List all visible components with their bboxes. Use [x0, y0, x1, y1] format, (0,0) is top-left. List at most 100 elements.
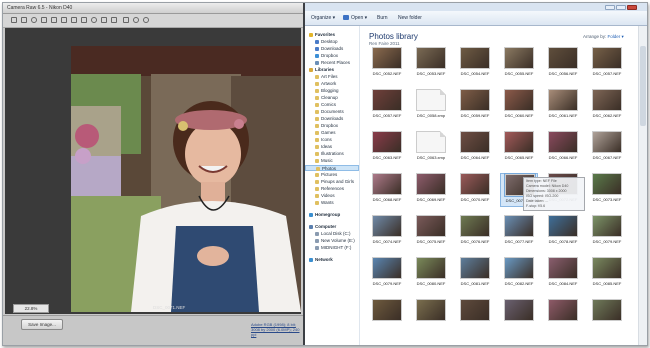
nav-item-comics[interactable]: Comics — [305, 102, 359, 108]
nav-item-libraries[interactable]: Libraries — [305, 67, 359, 73]
hand-tool-icon[interactable] — [21, 17, 27, 23]
nav-item-local-disk-c[interactable]: Local Disk (C:) — [305, 231, 359, 237]
burn-button[interactable]: Burn — [377, 15, 388, 21]
file-thumbnail[interactable]: DSC_0073.NEF — [588, 173, 626, 207]
crop-tool-icon[interactable] — [61, 17, 67, 23]
file-thumbnail[interactable]: DSC_0064.NEF — [456, 131, 494, 165]
nav-item-wants[interactable]: Wants — [305, 200, 359, 206]
rotate-cw-icon[interactable] — [143, 17, 149, 23]
open-button[interactable]: Open ▾ — [351, 15, 367, 21]
nav-item-downloads[interactable]: Downloads — [305, 116, 359, 122]
straighten-tool-icon[interactable] — [71, 17, 77, 23]
file-thumbnail[interactable]: DSC_0079.NEF — [368, 257, 406, 291]
nav-item-computer[interactable]: Computer — [305, 224, 359, 230]
nav-item-pictures[interactable]: Pictures — [305, 172, 359, 178]
file-thumbnail[interactable]: DSC_0066.NEF — [544, 131, 582, 165]
file-thumbnail[interactable]: DSC_0077.NEF — [500, 215, 538, 249]
preferences-icon[interactable] — [123, 17, 129, 23]
nav-item-artwork[interactable]: Artwork — [305, 81, 359, 87]
nav-item-downloads[interactable]: Downloads — [305, 46, 359, 52]
file-thumbnail[interactable]: DSC_0063.NEF — [368, 131, 406, 165]
nav-item-homegroup[interactable]: Homegroup — [305, 212, 359, 218]
file-thumbnail[interactable]: DSC_0054.NEF — [456, 47, 494, 81]
nav-item-blogging[interactable]: Blogging — [305, 88, 359, 94]
file-thumbnail[interactable]: DSC_0067.NEF — [588, 131, 626, 165]
spot-removal-icon[interactable] — [81, 17, 87, 23]
nav-item-icons[interactable]: Icons — [305, 137, 359, 143]
renfaire-photo-image — [71, 46, 301, 312]
file-thumbnail[interactable]: DSC_0080.NEF — [412, 257, 450, 291]
file-thumbnail[interactable] — [412, 299, 450, 333]
vertical-scrollbar[interactable] — [638, 26, 647, 345]
file-thumbnail[interactable]: DSC_0070.NEF — [456, 173, 494, 207]
nav-item-music[interactable]: Music — [305, 158, 359, 164]
nav-item-new-volume-e[interactable]: New Volume (E:) — [305, 238, 359, 244]
nav-item-desktop[interactable]: Desktop — [305, 39, 359, 45]
file-thumbnail[interactable]: DSC_0068.NEF — [368, 173, 406, 207]
adjustment-brush-icon[interactable] — [101, 17, 107, 23]
targeted-adjustment-icon[interactable] — [51, 17, 57, 23]
file-thumbnail[interactable]: DSC_0056.NEF — [544, 47, 582, 81]
file-thumbnail[interactable]: DSC_0062.NEF — [588, 89, 626, 123]
nav-item-games[interactable]: Games — [305, 130, 359, 136]
file-thumbnail[interactable]: DSC_0069.NEF — [412, 173, 450, 207]
nav-item-pinups-and-girls[interactable]: Pinups and Girls — [305, 179, 359, 185]
scrollbar-thumb[interactable] — [640, 46, 646, 126]
file-thumbnail[interactable]: DSC_0053.NEF — [412, 47, 450, 81]
nav-item-documents[interactable]: Documents — [305, 109, 359, 115]
save-image-button[interactable]: Save Image... — [21, 319, 63, 330]
nav-item-dropbox[interactable]: Dropbox — [305, 53, 359, 59]
file-thumbnail[interactable]: DSC_0058.xmp — [412, 89, 450, 123]
organize-button[interactable]: Organize ▾ — [311, 15, 335, 21]
file-thumbnail[interactable]: DSC_0060.NEF — [500, 89, 538, 123]
nav-item-ideas[interactable]: Ideas — [305, 144, 359, 150]
zoom-tool-icon[interactable] — [11, 17, 17, 23]
file-thumbnail[interactable]: DSC_0084.NEF — [544, 257, 582, 291]
graduated-filter-icon[interactable] — [111, 17, 117, 23]
file-thumbnail[interactable] — [588, 299, 626, 333]
red-eye-icon[interactable] — [91, 17, 97, 23]
nav-item-videos[interactable]: Videos — [305, 193, 359, 199]
close-icon[interactable] — [627, 5, 637, 10]
file-thumbnail[interactable]: DSC_0076.NEF — [456, 215, 494, 249]
arrange-by-select[interactable]: Folder ▾ — [608, 34, 624, 39]
file-thumbnail[interactable]: DSC_0055.NEF — [500, 47, 538, 81]
maximize-icon[interactable] — [616, 5, 626, 10]
white-balance-tool-icon[interactable] — [31, 17, 37, 23]
file-thumbnail[interactable]: DSC_0063.xmp — [412, 131, 450, 165]
file-thumbnail[interactable]: DSC_0057.NEF — [588, 47, 626, 81]
file-thumbnail[interactable]: DSC_0082.NEF — [500, 257, 538, 291]
file-thumbnail[interactable] — [368, 299, 406, 333]
file-thumbnail[interactable]: DSC_0085.NEF — [588, 257, 626, 291]
file-thumbnail[interactable]: DSC_0052.NEF — [368, 47, 406, 81]
file-thumbnail[interactable]: DSC_0061.NEF — [544, 89, 582, 123]
nav-item-recent-places[interactable]: Recent Places — [305, 60, 359, 66]
file-thumbnail[interactable] — [456, 299, 494, 333]
nav-item-illustrations[interactable]: Illustrations — [305, 151, 359, 157]
color-sampler-icon[interactable] — [41, 17, 47, 23]
minimize-icon[interactable] — [605, 5, 615, 10]
nav-item-dropbox[interactable]: Dropbox — [305, 123, 359, 129]
file-thumbnail[interactable]: DSC_0065.NEF — [500, 131, 538, 165]
workflow-options-link[interactable]: Adobe RGB (1998); 8 bit; 3008 by 2000 (6… — [251, 322, 303, 337]
file-thumbnail[interactable] — [500, 299, 538, 333]
rotate-ccw-icon[interactable] — [133, 17, 139, 23]
file-thumbnail[interactable]: DSC_0074.NEF — [368, 215, 406, 249]
file-thumbnail[interactable] — [544, 299, 582, 333]
nav-item-favorites[interactable]: Favorites — [305, 32, 359, 38]
nav-item-network[interactable]: Network — [305, 257, 359, 263]
file-thumbnail[interactable]: DSC_0078.NEF — [544, 215, 582, 249]
file-thumbnail[interactable]: DSC_0079.NEF — [588, 215, 626, 249]
nav-item-midnight-f[interactable]: MIDNIGHT (F:) — [305, 245, 359, 251]
file-thumbnail[interactable]: DSC_0081.NEF — [456, 257, 494, 291]
file-thumbnail[interactable]: DSC_0059.NEF — [456, 89, 494, 123]
image-preview-area[interactable] — [5, 28, 301, 314]
nav-item-photos[interactable]: Photos — [305, 165, 359, 171]
nav-item-references[interactable]: References — [305, 186, 359, 192]
nav-item-cleanup[interactable]: Cleanup — [305, 95, 359, 101]
file-thumbnail[interactable]: DSC_0075.NEF — [412, 215, 450, 249]
zoom-level-select[interactable]: 22.8% — [13, 304, 49, 313]
nav-item-art-files[interactable]: Art Files — [305, 74, 359, 80]
file-thumbnail[interactable]: DSC_0057.NEF — [368, 89, 406, 123]
new-folder-button[interactable]: New folder — [398, 15, 422, 21]
